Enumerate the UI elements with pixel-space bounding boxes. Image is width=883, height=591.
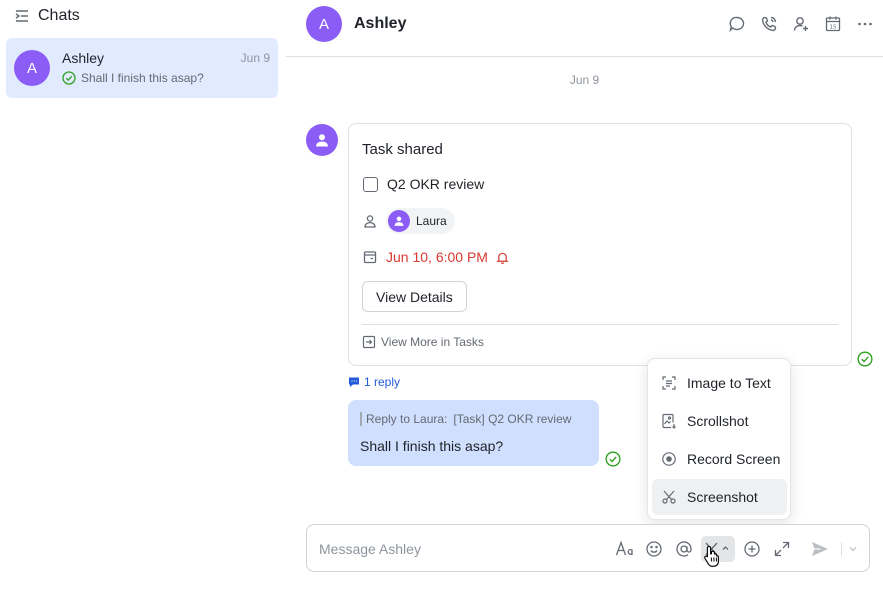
format-icon[interactable] <box>614 538 636 560</box>
reply-thread-icon <box>348 376 360 388</box>
calendar-icon[interactable]: 15 <box>823 14 843 34</box>
record-icon <box>661 451 677 467</box>
chat-list-item-ashley[interactable]: A Ashley Jun 9 Shall I finish this asap? <box>6 38 278 98</box>
add-member-icon[interactable] <box>791 14 811 34</box>
task-card: Task shared Q2 OKR review Laura Jun 10, … <box>348 123 852 366</box>
read-check-icon <box>605 451 621 467</box>
my-message-bubble[interactable]: Reply to Laura: [Task] Q2 OKR review Shal… <box>348 400 599 466</box>
chat-preview-text: Shall I finish this asap? <box>81 71 204 85</box>
read-check-icon <box>857 351 873 367</box>
chat-main: A Ashley 15 Jun 9 Task shared Q2 OKR rev… <box>286 0 883 591</box>
task-due-row: Jun 10, 6:00 PM <box>362 249 509 265</box>
menu-item-label: Image to Text <box>687 375 771 391</box>
reminder-bell-icon <box>496 251 509 264</box>
task-checkbox[interactable] <box>362 176 378 192</box>
date-separator: Jun 9 <box>569 73 600 87</box>
chat-sidebar: Chats A Ashley Jun 9 Shall I finish this… <box>0 0 286 591</box>
call-icon[interactable] <box>759 14 779 34</box>
task-assignee-row: Laura <box>362 208 455 234</box>
thread-reply-link[interactable]: 1 reply <box>348 375 400 389</box>
person-icon <box>362 213 378 229</box>
message-text: Shall I finish this asap? <box>360 438 504 454</box>
send-icon[interactable] <box>809 538 831 560</box>
message-composer <box>306 524 870 572</box>
svg-text:15: 15 <box>830 24 837 30</box>
more-icon[interactable] <box>855 14 875 34</box>
chat-header: A Ashley 15 <box>286 0 883 57</box>
chat-title[interactable]: Ashley <box>354 15 406 33</box>
menu-item-scrollshot[interactable]: Scrollshot <box>652 403 787 439</box>
reply-count: 1 reply <box>364 375 401 389</box>
message-input[interactable] <box>319 539 599 559</box>
menu-item-record-screen[interactable]: Record Screen <box>652 441 787 477</box>
sidebar-title: Chats <box>38 7 80 24</box>
user-icon <box>316 134 328 147</box>
avatar[interactable]: A <box>306 6 342 42</box>
assignee-chip[interactable]: Laura <box>386 208 455 234</box>
expand-icon[interactable] <box>771 538 793 560</box>
chat-date: Jun 9 <box>240 51 270 65</box>
chat-preview: Shall I finish this asap? <box>62 71 204 85</box>
avatar: A <box>14 50 50 86</box>
mention-icon[interactable] <box>673 538 695 560</box>
assignee-avatar <box>388 210 410 232</box>
sidebar-header: Chats <box>14 6 80 26</box>
menu-item-label: Scrollshot <box>687 413 749 429</box>
menu-item-label: Record Screen <box>687 451 781 467</box>
task-card-title: Task shared <box>362 141 443 158</box>
hand-cursor-icon <box>704 545 719 567</box>
search-chat-icon[interactable] <box>727 14 747 34</box>
scissors-icon <box>661 489 677 505</box>
view-more-in-tasks-link[interactable]: View More in Tasks <box>362 335 484 349</box>
image-to-text-icon <box>661 375 677 391</box>
header-actions: 15 <box>715 14 875 34</box>
reply-quote[interactable]: Reply to Laura: [Task] Q2 OKR review <box>360 412 571 426</box>
menu-item-screenshot[interactable]: Screenshot <box>652 479 787 515</box>
collapse-sidebar-icon[interactable] <box>14 8 30 24</box>
menu-item-label: Screenshot <box>687 489 758 505</box>
screenshot-menu: Image to Text Scrollshot Record Screen S… <box>647 358 791 520</box>
emoji-icon[interactable] <box>643 538 665 560</box>
assignee-name: Laura <box>416 214 447 228</box>
card-divider <box>362 324 838 325</box>
open-in-tasks-icon <box>362 335 376 349</box>
task-title-row: Q2 OKR review <box>362 176 484 192</box>
scrollshot-icon <box>661 413 677 429</box>
due-date-text[interactable]: Jun 10, 6:00 PM <box>386 249 488 265</box>
chat-name: Ashley <box>62 50 105 66</box>
due-date-icon <box>362 249 378 265</box>
task-name[interactable]: Q2 OKR review <box>387 176 484 192</box>
add-icon[interactable] <box>741 538 763 560</box>
sender-avatar[interactable] <box>306 124 338 156</box>
read-check-icon <box>62 71 76 85</box>
send-options-icon[interactable] <box>842 538 864 560</box>
view-more-text: View More in Tasks <box>381 335 484 349</box>
view-details-button[interactable]: View Details <box>362 281 467 312</box>
menu-item-image-to-text[interactable]: Image to Text <box>652 365 787 401</box>
